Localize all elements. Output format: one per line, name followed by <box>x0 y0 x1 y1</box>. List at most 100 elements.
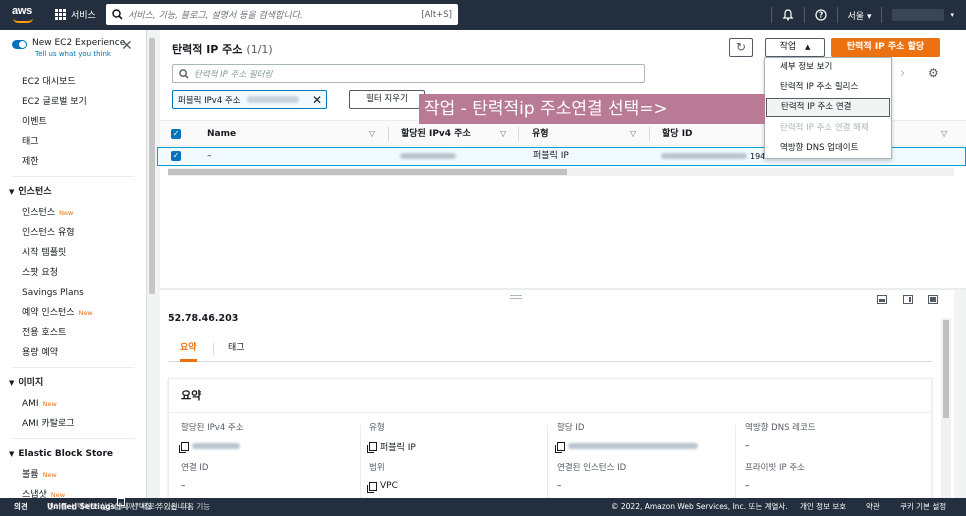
split-full-icon[interactable] <box>928 295 938 304</box>
svg-text:?: ? <box>818 11 822 20</box>
sidebar-item[interactable]: 전용 호스트 <box>0 323 146 343</box>
sidebar: New EC2 Experience Tell us what you thin… <box>0 30 147 498</box>
sidebar-item[interactable]: Savings Plans <box>0 283 146 303</box>
sidebar-item[interactable]: 용량 예약 <box>0 343 146 363</box>
selected-ip-heading: 52.78.46.203 <box>168 313 239 324</box>
sidebar-item[interactable]: EC2 글로벌 보기 <box>0 92 146 112</box>
sidebar-item[interactable]: AMI New <box>0 394 146 414</box>
sidebar-menu: EC2 대시보드 EC2 글로벌 보기 이벤트 태그 제한 ▼ 인스턴스 인스턴스… <box>0 72 146 498</box>
new-badge: New <box>78 309 93 317</box>
copy-icon[interactable] <box>555 441 565 453</box>
cookie-preferences-link[interactable]: 쿠키 기본 설정 <box>900 498 946 516</box>
sidebar-section-instances[interactable]: ▼ 인스턴스 <box>0 181 146 203</box>
horizontal-scrollbar[interactable] <box>168 168 954 176</box>
terms-link[interactable]: 약관 <box>866 498 880 516</box>
column-header-type[interactable]: 유형 <box>532 121 549 147</box>
detail-scrollbar[interactable] <box>941 318 951 498</box>
sidebar-item[interactable]: 인스턴스 New <box>0 203 146 223</box>
sidebar-item[interactable]: 인스턴스 유형 <box>0 223 146 243</box>
copy-icon[interactable] <box>367 441 377 453</box>
actions-button[interactable]: 작업 ▲ <box>765 38 825 57</box>
menu-item-associate[interactable]: 탄력적 IP 주소 연결 <box>766 98 890 117</box>
refresh-button[interactable]: ↻ <box>729 38 753 57</box>
help-icon[interactable]: ? <box>814 9 827 21</box>
detail-tabs: 요약 태그 <box>168 336 932 362</box>
split-bottom-icon[interactable] <box>877 295 887 304</box>
sidebar-item[interactable]: 태그 <box>0 132 146 152</box>
column-header-name[interactable]: Name <box>207 121 236 147</box>
sort-icon[interactable]: ▽ <box>500 121 506 147</box>
sort-icon[interactable]: ▽ <box>369 121 375 147</box>
copy-icon[interactable] <box>367 481 377 493</box>
sidebar-item[interactable]: 이벤트 <box>0 112 146 132</box>
menu-item-view-details[interactable]: 세부 정보 보기 <box>765 58 891 77</box>
sidebar-item[interactable]: AMI 카탈로그 <box>0 414 146 434</box>
sort-icon[interactable]: ▽ <box>941 121 947 147</box>
caret-down-icon: ▼ <box>9 450 15 458</box>
aws-logo[interactable]: aws <box>12 5 38 25</box>
sidebar-scrollbar[interactable] <box>148 30 156 498</box>
field-column: 유형 퍼블릭 IP 범위 VPC <box>367 423 416 493</box>
select-all-checkbox[interactable]: ✓ <box>171 129 181 139</box>
row-name: – <box>207 151 212 161</box>
experience-title: New EC2 Experience <box>32 38 126 48</box>
close-icon[interactable]: ✕ <box>312 93 322 107</box>
account-menu[interactable] <box>892 9 945 21</box>
new-experience-toggle[interactable]: New EC2 Experience Tell us what you thin… <box>12 38 125 58</box>
selection-count: (1/1) <box>246 43 273 56</box>
filter-chip: 퍼블릭 IPv4 주소 ✕ <box>172 90 327 109</box>
new-badge: New <box>50 491 66 498</box>
sidebar-section-images[interactable]: ▼ 이미지 <box>0 372 146 394</box>
bell-icon[interactable] <box>782 9 794 21</box>
caret-down-icon: ▼ <box>9 379 15 387</box>
search-icon <box>112 9 123 20</box>
sidebar-item[interactable]: 볼륨 New <box>0 465 146 485</box>
filter-input[interactable]: 탄력적 IP 주소 필터링 <box>172 64 645 83</box>
services-menu[interactable]: 서비스 <box>55 8 96 21</box>
services-label: 서비스 <box>71 11 96 21</box>
region-selector[interactable]: 서울 ▾ <box>848 9 872 22</box>
allocate-elastic-ip-button[interactable]: 탄력적 IP 주소 할당 <box>831 38 940 57</box>
menu-item-release[interactable]: 탄력적 IP 주소 릴리스 <box>765 78 891 97</box>
toggle-switch-icon[interactable] <box>12 40 27 49</box>
field-column: 할당 ID 연결된 인스턴스 ID – <box>555 421 737 497</box>
column-header-allocation-id[interactable]: 할당 ID <box>662 121 693 147</box>
summary-title: 요약 <box>169 379 931 413</box>
chevron-right-icon[interactable]: › <box>900 66 905 81</box>
tab-tags[interactable]: 태그 <box>228 336 245 362</box>
redacted-ipv4[interactable] <box>400 153 456 159</box>
privacy-link[interactable]: 개인 정보 보호 <box>800 498 846 516</box>
copyright: © 2022, Amazon Web Services, Inc. 또는 계열사… <box>611 502 788 511</box>
menu-item-reverse-dns[interactable]: 역방향 DNS 업데이트 <box>765 139 891 158</box>
split-side-icon[interactable] <box>903 295 913 304</box>
sidebar-item[interactable]: 예약 인스턴스 New <box>0 303 146 323</box>
aws-logo-text: aws <box>12 5 32 17</box>
tab-summary[interactable]: 요약 <box>180 336 197 362</box>
search-placeholder: 서비스, 기능, 블로그, 설명서 등을 검색합니다. <box>128 11 303 21</box>
copy-icon[interactable] <box>179 441 189 453</box>
sidebar-item[interactable]: EC2 대시보드 <box>0 72 146 92</box>
field-column: 역방향 DNS 레코드 – 프라이빗 IP 주소 – <box>745 423 816 491</box>
grid-icon <box>55 9 66 20</box>
sort-icon[interactable]: ▽ <box>630 121 636 147</box>
caret-down-icon: ▼ <box>9 188 15 196</box>
search-icon <box>179 68 189 79</box>
global-search-input[interactable]: 서비스, 기능, 블로그, 설명서 등을 검색합니다. [Alt+S] <box>106 4 458 25</box>
new-badge: New <box>42 400 57 408</box>
clear-filters-button[interactable]: 필터 지우기 <box>349 90 425 109</box>
column-header-ipv4[interactable]: 할당된 IPv4 주소 <box>401 121 471 147</box>
resize-handle-icon[interactable] <box>510 295 522 299</box>
redacted-allocation-id <box>661 153 747 159</box>
gear-icon[interactable]: ⚙ <box>928 66 939 80</box>
sidebar-section-ebs[interactable]: ▼ Elastic Block Store <box>0 443 146 465</box>
sidebar-item[interactable]: 제한 <box>0 152 146 172</box>
sidebar-item[interactable]: 스냅샷 New <box>0 485 146 498</box>
experience-feedback-link[interactable]: Tell us what you think <box>35 50 125 58</box>
sidebar-item[interactable]: 스팟 요청 <box>0 263 146 283</box>
actions-dropdown-menu: 세부 정보 보기 탄력적 IP 주소 릴리스 탄력적 IP 주소 연결 탄력적 … <box>764 57 892 159</box>
sidebar-item[interactable]: 시작 템플릿 <box>0 243 146 263</box>
row-checkbox[interactable]: ✓ <box>171 151 181 161</box>
feedback-link[interactable]: 의견 <box>14 498 28 516</box>
page-title: 탄력적 IP 주소 (1/1) <box>172 43 273 56</box>
close-icon[interactable]: ✕ <box>121 39 133 53</box>
